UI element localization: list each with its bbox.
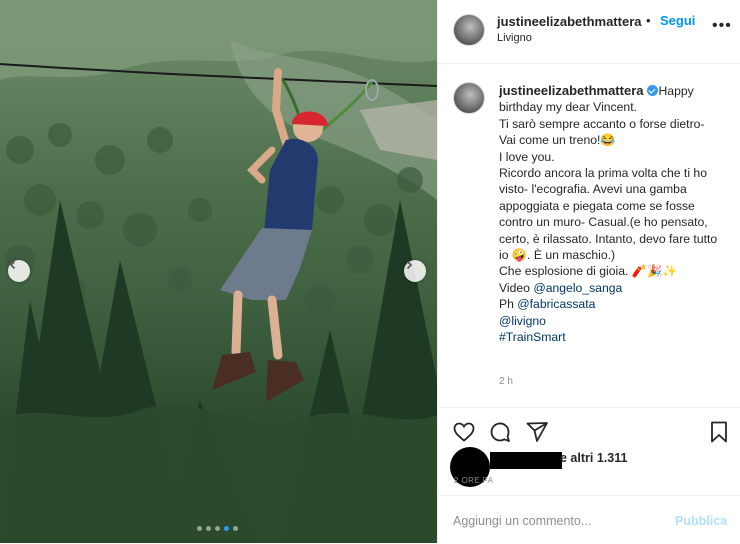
post-detail-panel: justineelizabethmattera • Segui Livigno … [437, 0, 740, 543]
caption-body-2: Ph [499, 297, 514, 312]
share-icon [526, 422, 548, 442]
post-location[interactable]: Livigno [497, 32, 532, 44]
caption-text: justineelizabethmattera Happy birthday my… [499, 83, 721, 346]
comment-form: Pubblica [438, 495, 740, 544]
share-button[interactable] [525, 420, 549, 444]
post-photo[interactable] [0, 0, 437, 543]
mention-angelo-sanga[interactable]: @angelo_sanga [533, 281, 622, 295]
likes-row: e altri 1.311 [438, 447, 740, 487]
post-age: 2 ORE FA [454, 476, 494, 485]
chevron-left-icon [9, 260, 16, 270]
caption-section: justineelizabethmattera Happy birthday my… [438, 64, 740, 406]
likes-count[interactable]: e altri 1.311 [560, 451, 627, 465]
caption-body-1: Happy birthday my dear Vincent. Ti sarò … [499, 84, 718, 295]
more-options-icon[interactable]: ••• [712, 18, 732, 34]
carousel-dot [233, 526, 238, 531]
chevron-right-icon [406, 260, 413, 270]
save-button[interactable] [707, 420, 731, 444]
comment-icon [490, 422, 510, 442]
comment-button[interactable] [488, 420, 512, 444]
carousel-dot [224, 526, 229, 531]
carousel-dot [215, 526, 220, 531]
post-header: justineelizabethmattera • Segui Livigno … [438, 0, 740, 64]
heart-icon [453, 422, 475, 442]
bookmark-icon [711, 421, 727, 443]
caption-author-avatar[interactable] [453, 82, 485, 114]
like-button[interactable] [452, 420, 476, 444]
carousel-dot [197, 526, 202, 531]
author-avatar[interactable] [453, 14, 485, 46]
verified-icon [646, 85, 658, 96]
carousel-indicator [197, 526, 238, 531]
caption-timestamp[interactable]: 2 h [499, 376, 513, 387]
mention-fabricassata[interactable]: @fabricassata [517, 297, 595, 311]
follow-button[interactable]: Segui [660, 13, 695, 28]
zipline-photo [0, 0, 437, 543]
mention-livigno[interactable]: @livigno [499, 314, 546, 328]
author-username[interactable]: justineelizabethmattera [497, 14, 642, 29]
next-slide-button[interactable] [404, 260, 426, 282]
action-bar [438, 407, 740, 448]
previous-slide-button[interactable] [8, 260, 30, 282]
comment-input[interactable] [453, 514, 653, 528]
hashtag-trainsmart[interactable]: #TrainSmart [499, 330, 566, 344]
caption-username[interactable]: justineelizabethmattera [499, 83, 644, 98]
publish-button[interactable]: Pubblica [675, 514, 727, 528]
redacted-liker-name [490, 452, 562, 469]
carousel-dot [206, 526, 211, 531]
header-separator: • [646, 13, 651, 28]
